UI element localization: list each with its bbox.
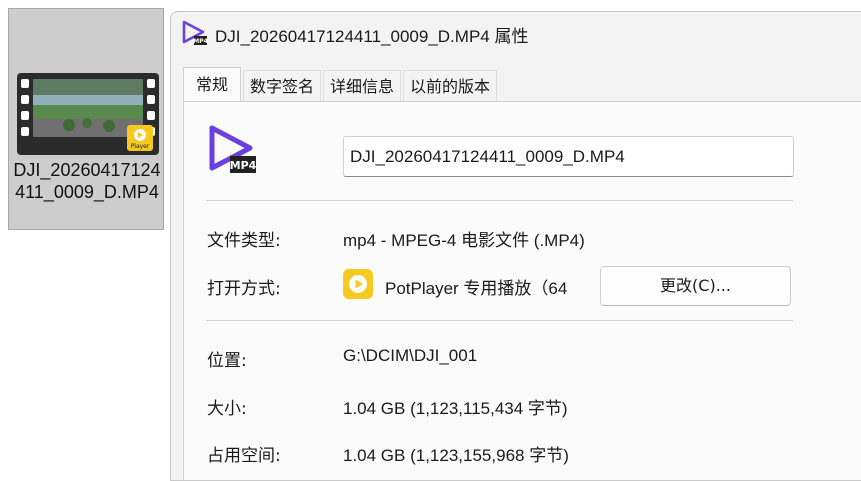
file-type-label: 文件类型: (207, 231, 281, 251)
svg-text:MP4: MP4 (193, 38, 207, 45)
tab-digital-signatures[interactable]: 数字签名 (243, 70, 322, 101)
mp4-file-large-icon: MP4 (209, 125, 257, 173)
file-type-value: mp4 - MPEG-4 电影文件 (.MP4) (343, 231, 585, 250)
open-with-label: 打开方式: (207, 279, 281, 299)
dialog-title: DJI_20260417124411_0009_D.MP4 属性 (215, 27, 529, 46)
change-button[interactable]: 更改(C)... (600, 266, 791, 306)
desktop-file-name: DJI_20260417124411_0009_D.MP4 (13, 160, 161, 202)
potplayer-icon (343, 269, 373, 299)
tab-general[interactable]: 常规 (183, 67, 242, 101)
player-badge-label: Player (131, 143, 150, 150)
mp4-file-icon: MP4 (182, 20, 207, 45)
tab-details[interactable]: 详细信息 (323, 70, 402, 101)
separator (206, 200, 793, 201)
video-thumbnail-icon: Player (17, 73, 159, 155)
separator (206, 320, 793, 321)
file-name-field[interactable] (343, 136, 794, 177)
location-value: G:\DCIM\DJI_001 (343, 346, 478, 365)
size-on-disk-label: 占用空间: (207, 446, 281, 466)
open-with-value: PotPlayer 专用播放（64 (385, 279, 568, 298)
general-panel: MP4 文件类型: mp4 - MPEG-4 电影文件 (.MP4) 打开方式:… (183, 101, 861, 480)
desktop-file-item[interactable]: Player DJI_20260417124411_0009_D.MP4 (8, 8, 164, 230)
location-label: 位置: (207, 351, 247, 371)
mp4-badge-label: MP4 (230, 159, 257, 172)
size-on-disk-value: 1.04 GB (1,123,155,968 字节) (343, 446, 569, 465)
properties-dialog: MP4 DJI_20260417124411_0009_D.MP4 属性 常规 … (170, 11, 861, 481)
size-value: 1.04 GB (1,123,115,434 字节) (343, 399, 568, 418)
title-bar[interactable]: MP4 DJI_20260417124411_0009_D.MP4 属性 (171, 12, 861, 56)
size-label: 大小: (207, 399, 247, 419)
tab-strip: 常规 数字签名 详细信息 以前的版本 (183, 67, 499, 102)
tab-previous-versions[interactable]: 以前的版本 (403, 70, 498, 101)
